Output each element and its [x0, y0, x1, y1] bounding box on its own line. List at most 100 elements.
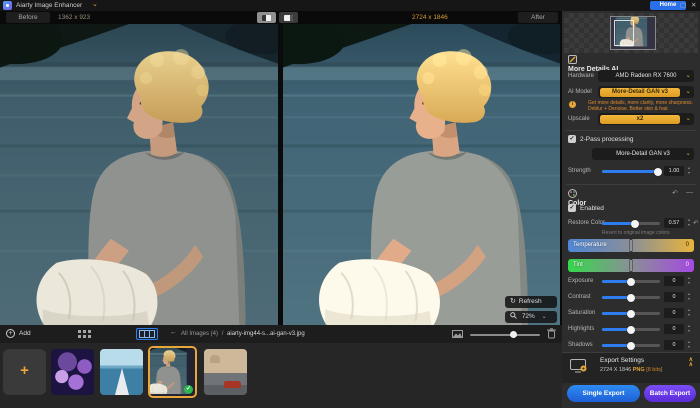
- trash-icon[interactable]: [547, 328, 556, 339]
- saturation-slider[interactable]: [602, 312, 660, 315]
- details-ai-icon: [568, 55, 577, 64]
- tint-slider-handle[interactable]: [630, 259, 633, 272]
- side-by-side-view-toggle[interactable]: [279, 12, 298, 23]
- add-image-tile[interactable]: +: [3, 349, 46, 395]
- exposure-label: Exposure: [568, 278, 593, 284]
- temperature-slider[interactable]: Temperature 0: [568, 239, 694, 252]
- saturation-value[interactable]: 0: [664, 308, 684, 318]
- navigator-preview[interactable]: [564, 13, 698, 53]
- hardware-dropdown[interactable]: AMD Radeon RX 7600 ⌄: [598, 70, 694, 82]
- thumbnail-pier[interactable]: [100, 349, 143, 395]
- split-view-toggle[interactable]: [257, 12, 276, 23]
- saturation-slider-handle[interactable]: [627, 310, 635, 318]
- thumbnail-size-slider[interactable]: [470, 334, 540, 336]
- after-image-panel[interactable]: [283, 24, 560, 325]
- export-settings-card[interactable]: Export Settings 2724 X 1846 PNG [8 bits]…: [562, 352, 700, 383]
- color-palette-icon: [568, 189, 577, 198]
- app-logo-icon: [3, 1, 12, 10]
- ai-model-label: AI Model: [568, 89, 592, 95]
- exposure-slider-handle[interactable]: [627, 278, 635, 286]
- grid-view-button[interactable]: [76, 328, 93, 340]
- thumbnail-street[interactable]: [204, 349, 247, 395]
- before-photo: [0, 24, 278, 325]
- title-bar: Aiarty Image Enhancer ⌄ Home — ▢ ✕: [0, 0, 700, 11]
- tab-after[interactable]: After: [518, 12, 558, 23]
- exposure-slider[interactable]: [602, 280, 660, 283]
- settings-sidebar: More Details AI Hardware AMD Radeon RX 7…: [562, 11, 700, 408]
- shadows-slider-handle[interactable]: [627, 342, 635, 350]
- stepper-down-icon[interactable]: ▼: [687, 171, 690, 175]
- stepper-up-icon[interactable]: ▲: [687, 166, 690, 170]
- thumbnail-strip: + ✓: [0, 343, 562, 408]
- zoom-level-control[interactable]: 72% ⌄: [505, 311, 557, 323]
- exposure-value[interactable]: 0: [664, 276, 684, 286]
- saturation-stepper[interactable]: ▲▼: [686, 308, 692, 318]
- before-image-panel[interactable]: [0, 24, 278, 325]
- strength-slider-handle[interactable]: [654, 168, 662, 176]
- after-photo: [283, 24, 560, 325]
- refresh-button[interactable]: ↻Refresh: [505, 296, 557, 308]
- strength-label: Strength: [568, 168, 591, 174]
- upscale-dropdown[interactable]: x2 ⌄: [598, 113, 694, 125]
- breadcrumb-all-images[interactable]: All Images (4): [181, 331, 218, 337]
- maximize-icon[interactable]: ▢: [680, 1, 686, 10]
- tint-slider[interactable]: Tint 0: [568, 259, 694, 272]
- tint-value: 0: [686, 259, 689, 272]
- color-undo-icon[interactable]: ↶: [672, 189, 678, 197]
- restore-color-slider-handle[interactable]: [631, 220, 639, 228]
- ai-model-dropdown[interactable]: More-Detail GAN v3 ⌄: [598, 86, 694, 98]
- app-title: Aiarty Image Enhancer: [16, 2, 82, 9]
- tab-before[interactable]: Before: [6, 12, 50, 23]
- restore-color-stepper[interactable]: ▲ ▼: [686, 218, 692, 228]
- export-settings-icon: [570, 359, 588, 373]
- navigator-viewport-rect[interactable]: [614, 20, 634, 46]
- stepper-up-icon[interactable]: ▲: [687, 218, 690, 222]
- contrast-value[interactable]: 0: [664, 292, 684, 302]
- contrast-stepper[interactable]: ▲▼: [686, 292, 692, 302]
- breadcrumb: All Images (4) / aiarty-img44-s...ai-gan…: [181, 331, 305, 337]
- done-check-badge: ✓: [184, 385, 193, 394]
- restore-color-slider[interactable]: [602, 222, 660, 225]
- close-icon[interactable]: ✕: [691, 1, 696, 10]
- contrast-slider[interactable]: [602, 296, 660, 299]
- stepper-down-icon[interactable]: ▼: [687, 223, 690, 227]
- app-window: Aiarty Image Enhancer ⌄ Home — ▢ ✕ Befor…: [0, 0, 700, 408]
- restore-color-hint: Revert to original image colors: [602, 230, 670, 236]
- temperature-value: 0: [686, 239, 689, 252]
- ai-model-description-line2: Deblur + Denoise. Better skin & hair.: [588, 106, 698, 112]
- thumbnail-coral[interactable]: [51, 349, 94, 395]
- strength-value[interactable]: 1.00: [664, 166, 684, 176]
- after-size-label: 2724 x 1846: [412, 14, 448, 21]
- color-enabled-checkbox[interactable]: ✓: [568, 204, 576, 212]
- export-collapse-up-icon[interactable]: ∧ ∧: [689, 358, 693, 368]
- thumbnail-size-slider-handle[interactable]: [510, 331, 517, 338]
- restore-color-value[interactable]: 0.57: [664, 218, 684, 228]
- exposure-stepper[interactable]: ▲▼: [686, 276, 692, 286]
- color-collapse-icon[interactable]: —: [686, 189, 693, 196]
- app-menu-chevron-down-icon[interactable]: ⌄: [92, 0, 98, 8]
- back-arrow-icon[interactable]: ←: [170, 329, 177, 336]
- pass-model-chevron-down-icon: ⌄: [686, 148, 691, 160]
- hardware-value: AMD Radeon RX 7600: [615, 73, 676, 79]
- shadows-value[interactable]: 0: [664, 340, 684, 350]
- highlights-slider[interactable]: [602, 328, 660, 331]
- shadows-stepper[interactable]: ▲▼: [686, 340, 692, 350]
- highlights-stepper[interactable]: ▲▼: [686, 324, 692, 334]
- temperature-slider-handle[interactable]: [630, 239, 633, 252]
- divider: [566, 184, 696, 185]
- export-format: PNG: [633, 367, 645, 373]
- strength-slider[interactable]: [602, 170, 660, 173]
- batch-export-button[interactable]: Batch Export: [644, 385, 696, 402]
- minimize-icon[interactable]: —: [670, 0, 677, 8]
- two-pass-checkbox[interactable]: ✓: [568, 135, 576, 143]
- strength-stepper[interactable]: ▲ ▼: [686, 166, 692, 176]
- highlights-slider-handle[interactable]: [627, 326, 635, 334]
- shadows-slider[interactable]: [602, 344, 660, 347]
- thumbnail-portrait-selected[interactable]: ✓: [148, 346, 197, 398]
- filmstrip-view-button[interactable]: [136, 328, 158, 340]
- single-export-button[interactable]: Single Export: [567, 385, 640, 402]
- restore-color-undo-icon[interactable]: ↶: [693, 219, 698, 227]
- highlights-value[interactable]: 0: [664, 324, 684, 334]
- pass-model-dropdown[interactable]: More-Detail GAN v3 ⌄: [592, 148, 694, 160]
- contrast-slider-handle[interactable]: [627, 294, 635, 302]
